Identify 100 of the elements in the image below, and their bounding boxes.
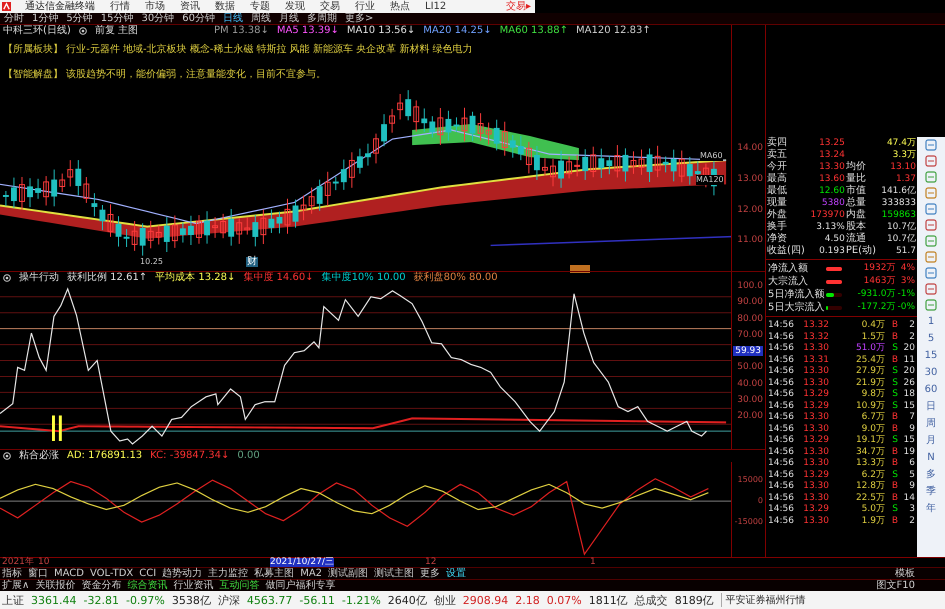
- tool-icon[interactable]: [925, 283, 937, 295]
- period-shortcut[interactable]: 季: [926, 483, 936, 500]
- indicator-tab[interactable]: MA2: [300, 568, 322, 579]
- indicator-tab[interactable]: 窗口: [28, 568, 48, 579]
- quote-value: 47.4万: [886, 137, 916, 149]
- target-icon[interactable]: [78, 27, 87, 35]
- menu-item[interactable]: 行情: [110, 0, 130, 13]
- period-shortcut[interactable]: 月: [926, 432, 936, 449]
- period-shortcut[interactable]: 15: [924, 347, 938, 364]
- period-tab[interactable]: 更多>: [344, 13, 374, 24]
- period-shortcut[interactable]: 多: [926, 466, 936, 483]
- tick-count: 20: [902, 366, 915, 378]
- tick-time: 14:56: [768, 481, 795, 492]
- date-label: 2021/10/27/三: [270, 558, 334, 567]
- tick-side: B: [890, 332, 898, 343]
- extension-tab[interactable]: 资金分布: [81, 580, 122, 591]
- period-tab[interactable]: 30分钟: [141, 13, 174, 24]
- tick-side: S: [891, 389, 898, 400]
- menu-item[interactable]: 热点: [390, 0, 410, 13]
- period-shortcut[interactable]: 60: [924, 381, 938, 398]
- menu-item[interactable]: 数据: [215, 0, 235, 13]
- tool-icon[interactable]: [925, 299, 937, 311]
- flow-amount: -931.0万: [856, 288, 896, 301]
- tick-volume: 22.5万: [854, 492, 885, 504]
- menu-item[interactable]: 专题: [250, 0, 270, 13]
- total-turnover: 8189亿: [674, 592, 714, 608]
- line-label: MA120: [696, 175, 724, 185]
- tick-price: 13.30: [802, 446, 829, 458]
- period-tab[interactable]: 5分钟: [66, 13, 93, 24]
- extension-tab[interactable]: 互动问答: [219, 580, 260, 591]
- tool-icon[interactable]: [925, 251, 937, 263]
- period-shortcut[interactable]: 年: [926, 500, 936, 517]
- menu-item[interactable]: 发现: [285, 0, 305, 13]
- tick-price: 13.29: [802, 435, 829, 446]
- event-marker: 财: [246, 257, 258, 267]
- menu-item[interactable]: 行业: [355, 0, 375, 13]
- menu-item[interactable]: 市场: [145, 0, 165, 13]
- period-tab[interactable]: 60分钟: [182, 13, 215, 24]
- period-shortcut[interactable]: 5: [928, 330, 934, 347]
- tool-icon[interactable]: [925, 203, 937, 215]
- indicator-tab[interactable]: 更多: [420, 568, 440, 579]
- extension-tab[interactable]: 关联报价: [35, 580, 76, 591]
- quote-label: 均价: [846, 161, 867, 172]
- indicator-tab[interactable]: MACD: [54, 568, 84, 579]
- period-shortcut[interactable]: 1: [928, 313, 934, 330]
- period-shortcut[interactable]: 周: [926, 415, 936, 432]
- axis-label: 90.00: [737, 297, 763, 308]
- data-feed-label: 平安证券福州行情: [720, 593, 806, 607]
- tick-price: 13.30: [802, 492, 829, 504]
- app-title: 通达信金融终端: [25, 0, 95, 12]
- indicator-tab[interactable]: 私募主图: [254, 568, 294, 579]
- template-button[interactable]: 模板: [895, 568, 945, 579]
- period-tab[interactable]: 分时: [4, 13, 24, 24]
- trade-button[interactable]: 交易▸: [502, 0, 535, 13]
- tick-time: 14:56: [768, 504, 795, 516]
- period-shortcut[interactable]: N: [927, 449, 935, 466]
- axis-label: 80.00: [737, 314, 763, 324]
- indicator-tab[interactable]: 趋势动力: [162, 568, 202, 579]
- tool-icon[interactable]: [925, 171, 937, 183]
- period-tab[interactable]: 月线: [278, 13, 299, 24]
- extension-tab[interactable]: 做同户福利专享: [265, 580, 336, 591]
- indicator-tab[interactable]: VOL-TDX: [90, 568, 134, 579]
- tool-icon[interactable]: [925, 187, 937, 199]
- indicator-tab[interactable]: 主力监控: [208, 568, 248, 579]
- extension-tab[interactable]: 综合资讯: [127, 580, 168, 591]
- tool-icon[interactable]: [925, 155, 937, 167]
- line-label: MA60: [700, 151, 723, 161]
- indicator-tab[interactable]: CCI: [139, 568, 156, 579]
- menu-item[interactable]: 交易: [320, 0, 340, 13]
- menu-item[interactable]: 资讯: [180, 0, 200, 13]
- period-tab[interactable]: 周线: [250, 13, 271, 24]
- indicator-tab[interactable]: 指标: [2, 568, 22, 579]
- tool-icon[interactable]: [925, 219, 937, 231]
- period-shortcut[interactable]: 30: [924, 364, 938, 381]
- indicator-tab[interactable]: 测试主图: [374, 568, 414, 579]
- tool-icon[interactable]: [925, 139, 937, 151]
- flow-amount: 1932万: [862, 262, 896, 275]
- indicator-tab[interactable]: 设置: [446, 568, 466, 579]
- extension-tab[interactable]: 行业资讯: [173, 580, 214, 591]
- period-tab[interactable]: 日线: [222, 13, 243, 24]
- tool-icon[interactable]: [925, 235, 937, 247]
- indicator-tab[interactable]: 测试副图: [328, 568, 368, 579]
- period-shortcut[interactable]: 日: [926, 398, 936, 415]
- menu-item[interactable]: LI12: [425, 0, 446, 13]
- target-icon[interactable]: [3, 452, 11, 460]
- index-change: -32.81: [84, 594, 119, 606]
- quote-label: 总量: [846, 197, 867, 208]
- tick-volume: 0.4万: [860, 320, 885, 332]
- tick-price: 13.29: [802, 504, 829, 516]
- period-tab[interactable]: 15分钟: [100, 13, 134, 24]
- period-tab[interactable]: 1分钟: [32, 13, 58, 24]
- indicator-value: PM 13.38↓: [214, 25, 269, 37]
- f10-button[interactable]: 图文F10: [876, 580, 945, 591]
- target-icon[interactable]: [3, 274, 11, 282]
- tick-side: B: [890, 516, 898, 527]
- quote-value: 13.25: [818, 137, 845, 149]
- period-tab[interactable]: 多周期: [306, 13, 337, 24]
- tool-icon[interactable]: [925, 267, 937, 279]
- extension-tab[interactable]: 扩展∧: [2, 580, 30, 591]
- tick-price: 13.29: [802, 389, 829, 400]
